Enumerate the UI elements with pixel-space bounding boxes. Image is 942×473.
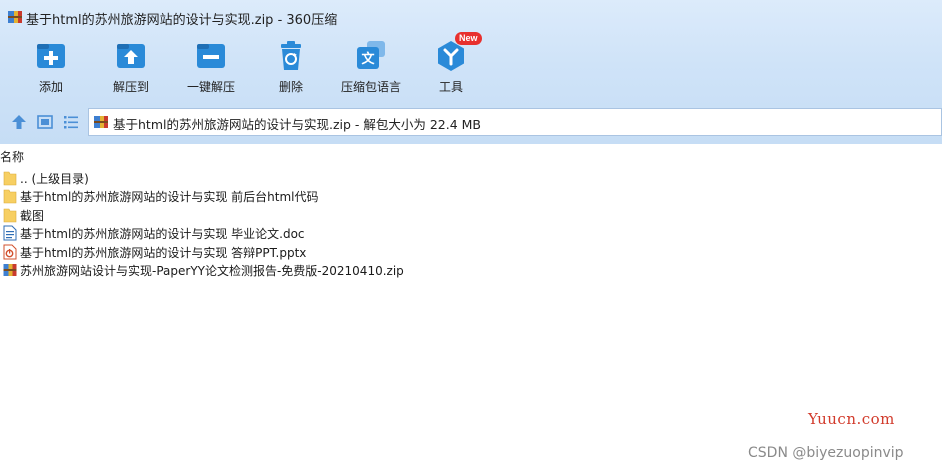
folder-icon: [3, 190, 17, 204]
file-name: .. (上级目录): [20, 172, 89, 186]
list-item[interactable]: 苏州旅游网站设计与实现-PaperYY论文检测报告-免费版-20210410.z…: [0, 261, 942, 279]
list-item[interactable]: 截图: [0, 206, 942, 224]
add-button[interactable]: 添加: [11, 36, 91, 96]
one-click-extract-icon: [197, 44, 225, 68]
file-list: .. (上级目录) 基于html的苏州旅游网站的设计与实现 前后台html代码 …: [0, 169, 942, 279]
new-badge: New: [455, 32, 482, 45]
one-click-extract-label: 一键解压: [186, 80, 235, 94]
archive-icon: [94, 116, 108, 128]
toolbar: 添加 解压到 一键解压 删除 文 压缩包语言 New 工具: [0, 32, 942, 98]
one-click-extract-button[interactable]: 一键解压: [171, 36, 251, 96]
language-label: 压缩包语言: [340, 80, 401, 94]
tools-button[interactable]: New 工具: [411, 32, 491, 96]
word-document-icon: [3, 225, 17, 241]
list-view-icon[interactable]: [62, 113, 80, 131]
add-label: 添加: [38, 80, 63, 94]
title-bar: 基于html的苏州旅游网站的设计与实现.zip - 360压缩: [0, 0, 942, 34]
file-name: 基于html的苏州旅游网站的设计与实现 前后台html代码: [20, 190, 319, 205]
svg-text:文: 文: [361, 51, 375, 67]
file-name: 苏州旅游网站设计与实现-PaperYY论文检测报告-免费版-20210410.z…: [20, 263, 404, 278]
list-item[interactable]: 基于html的苏州旅游网站的设计与实现 前后台html代码: [0, 187, 942, 205]
column-header-name[interactable]: 名称: [0, 148, 24, 165]
list-item[interactable]: 基于html的苏州旅游网站的设计与实现 毕业论文.doc: [0, 224, 942, 242]
language-button[interactable]: 文 压缩包语言: [331, 36, 411, 96]
file-name: 基于html的苏州旅游网站的设计与实现 毕业论文.doc: [20, 227, 305, 242]
folder-icon: [3, 208, 17, 223]
file-name: 基于html的苏州旅游网站的设计与实现 答辩PPT.pptx: [20, 245, 307, 260]
extract-to-button[interactable]: 解压到: [91, 36, 171, 96]
top-panel: 基于html的苏州旅游网站的设计与实现.zip - 360压缩 添加 解压到 一…: [0, 0, 942, 144]
navigation-bar: 基于html的苏州旅游网站的设计与实现.zip - 解包大小为 22.4 MB: [0, 104, 942, 140]
extract-to-icon: [117, 44, 145, 68]
file-name: 截图: [20, 208, 45, 223]
csdn-watermark: CSDN @biyezuopinvip: [748, 445, 904, 461]
path-bar[interactable]: 基于html的苏州旅游网站的设计与实现.zip - 解包大小为 22.4 MB: [88, 108, 942, 136]
archive-icon: [3, 263, 17, 276]
path-text: 基于html的苏州旅游网站的设计与实现.zip - 解包大小为 22.4 MB: [113, 117, 482, 132]
site-watermark: Yuucn.com: [808, 410, 895, 428]
list-item[interactable]: 基于html的苏州旅游网站的设计与实现 答辩PPT.pptx: [0, 243, 942, 261]
list-item[interactable]: .. (上级目录): [0, 169, 942, 187]
delete-button[interactable]: 删除: [251, 36, 331, 96]
window-title: 基于html的苏州旅游网站的设计与实现.zip - 360压缩: [26, 13, 338, 28]
thumbnail-view-icon[interactable]: [36, 113, 54, 131]
folder-icon: [3, 171, 17, 186]
recycle-bin-icon: [281, 41, 301, 70]
extract-to-label: 解压到: [112, 80, 149, 94]
add-icon: [37, 44, 65, 68]
language-icon: 文: [357, 41, 385, 69]
up-arrow-icon[interactable]: [10, 113, 28, 131]
powerpoint-icon: [3, 244, 17, 260]
delete-label: 删除: [278, 80, 303, 94]
archive-icon: [8, 11, 22, 23]
tools-label: 工具: [438, 80, 463, 94]
